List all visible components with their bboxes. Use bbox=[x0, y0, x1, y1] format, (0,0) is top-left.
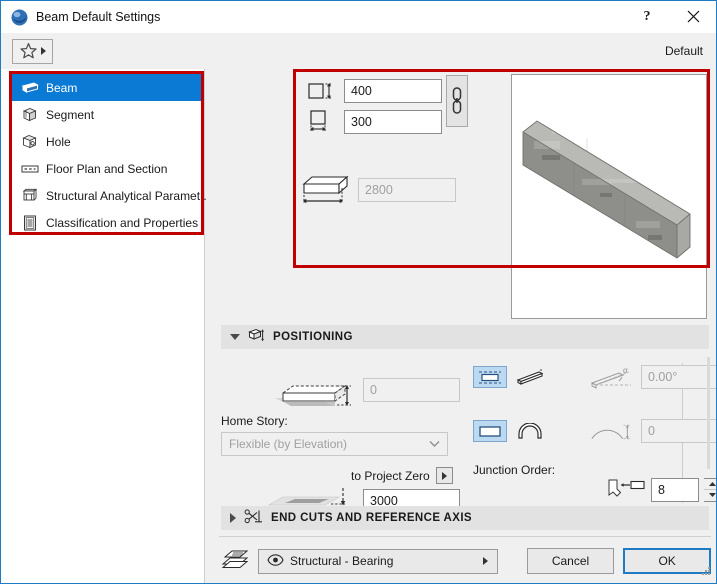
slant-toggle-row: α 0.00° bbox=[473, 365, 716, 389]
beam-length-input: 2800 bbox=[358, 178, 456, 202]
end-cuts-section-header[interactable]: END CUTS AND REFERENCE AXIS bbox=[221, 506, 709, 530]
beam-curved-profile-icon bbox=[518, 423, 542, 439]
star-icon bbox=[20, 43, 37, 59]
dimensions-group: 400 300 2800 bbox=[296, 72, 506, 267]
sidebar-list: Beam Segment Hole Floor Plan and Section… bbox=[12, 74, 210, 236]
classification-properties-icon bbox=[20, 215, 39, 231]
material-select[interactable]: Structural - Bearing bbox=[258, 548, 498, 574]
end-cuts-section-title: END CUTS AND REFERENCE AXIS bbox=[271, 512, 472, 524]
positioning-body: 0 Home Story: Flexible (by Elevation) to… bbox=[221, 357, 716, 513]
to-project-zero-row: to Project Zero bbox=[351, 467, 453, 484]
sidebar-item-label: Floor Plan and Section bbox=[46, 161, 168, 176]
beam-slanted-icon bbox=[516, 369, 544, 385]
title-bar: Beam Default Settings ? bbox=[1, 1, 716, 33]
floor-plan-section-icon bbox=[20, 161, 39, 177]
ok-button[interactable]: OK bbox=[623, 548, 711, 574]
window-title: Beam Default Settings bbox=[36, 10, 161, 24]
beam-default-settings-dialog: Beam Default Settings ? Default Beam Seg… bbox=[0, 0, 717, 584]
end-cuts-icon bbox=[244, 509, 263, 527]
sidebar-item-hole[interactable]: Hole bbox=[12, 128, 201, 155]
curve-height-input: 0 bbox=[641, 419, 716, 443]
caret-down-icon[interactable] bbox=[704, 490, 716, 501]
caret-right-icon bbox=[441, 471, 447, 480]
close-icon bbox=[687, 10, 699, 23]
sidebar-item-label: Classification and Properties bbox=[46, 215, 199, 230]
junction-order-row: 8 bbox=[606, 477, 716, 502]
beam-height-icon bbox=[304, 77, 344, 105]
beam-straight-profile-icon bbox=[479, 425, 501, 437]
beam-length-icon bbox=[300, 172, 352, 208]
sidebar-item-label: Hole bbox=[46, 134, 71, 149]
home-story-value: Flexible (by Elevation) bbox=[229, 437, 348, 451]
caret-right-icon bbox=[41, 47, 46, 55]
beam-3d-preview bbox=[511, 74, 707, 319]
resize-grip-icon[interactable] bbox=[700, 565, 712, 580]
junction-order-input[interactable]: 8 bbox=[651, 477, 699, 502]
structural-analytical-icon bbox=[20, 188, 39, 204]
beam-horizontal-icon bbox=[479, 371, 501, 384]
sidebar-item-segment[interactable]: Segment bbox=[12, 101, 201, 128]
help-icon: ? bbox=[643, 8, 651, 24]
beam-slanted-toggle[interactable] bbox=[513, 366, 547, 388]
window-controls: ? bbox=[624, 1, 716, 33]
sidebar-item-beam[interactable]: Beam bbox=[12, 74, 201, 101]
toolbar: Default bbox=[1, 33, 716, 69]
junction-order-label: Junction Order: bbox=[473, 463, 556, 477]
home-story-select[interactable]: Flexible (by Elevation) bbox=[221, 432, 448, 456]
beam-height-input[interactable]: 400 bbox=[344, 79, 442, 103]
beam-icon bbox=[20, 80, 39, 96]
beam-width-input[interactable]: 300 bbox=[344, 110, 442, 134]
beam-elevation-row: 0 bbox=[261, 365, 460, 414]
profile-toggle-row: 0 bbox=[473, 419, 716, 443]
chevron-down-icon bbox=[429, 437, 440, 451]
archicad-orb-icon bbox=[11, 9, 28, 26]
slant-angle-input: 0.00° bbox=[641, 365, 716, 389]
beam-width-icon bbox=[304, 108, 344, 136]
link-dimensions-button[interactable] bbox=[446, 75, 468, 127]
positioning-icon bbox=[248, 328, 265, 347]
footer: Structural - Bearing Cancel OK bbox=[221, 546, 711, 576]
caret-up-icon[interactable] bbox=[704, 479, 716, 490]
positioning-section-title: POSITIONING bbox=[273, 331, 353, 343]
sidebar-item-label: Structural Analytical Paramet... bbox=[46, 188, 211, 203]
beam-curved-profile-toggle[interactable] bbox=[513, 420, 547, 442]
cancel-button[interactable]: Cancel bbox=[526, 548, 615, 574]
beam-elevation-icon bbox=[261, 365, 355, 414]
beam-length-row: 2800 bbox=[300, 172, 456, 208]
sidebar-item-classification-and-properties[interactable]: Classification and Properties bbox=[12, 209, 201, 236]
default-label: Default bbox=[664, 44, 703, 58]
sidebar-item-floor-plan-and-section[interactable]: Floor Plan and Section bbox=[12, 155, 201, 182]
chevron-down-icon bbox=[230, 334, 240, 340]
caret-right-icon bbox=[482, 557, 488, 565]
junction-order-icon bbox=[606, 477, 646, 502]
to-project-zero-label: to Project Zero bbox=[351, 468, 430, 483]
home-story-label: Home Story: bbox=[221, 414, 288, 428]
favorites-button[interactable] bbox=[12, 38, 53, 64]
beam-height-row: 400 bbox=[304, 77, 442, 105]
footer-divider bbox=[219, 536, 711, 537]
beam-width-row: 300 bbox=[304, 108, 442, 136]
beam-elevation-input: 0 bbox=[363, 377, 460, 402]
material-value: Structural - Bearing bbox=[290, 554, 394, 568]
hole-cube-icon bbox=[20, 134, 39, 150]
help-button[interactable]: ? bbox=[624, 1, 670, 32]
beam-straight-profile-toggle[interactable] bbox=[473, 420, 507, 442]
junction-order-spinner[interactable] bbox=[704, 477, 716, 502]
slant-angle-icon: α bbox=[589, 365, 635, 389]
chevron-right-icon bbox=[230, 513, 236, 523]
eye-icon bbox=[267, 553, 284, 569]
positioning-section-header[interactable]: POSITIONING bbox=[221, 325, 709, 349]
sidebar-item-structural-analytical-parameters[interactable]: Structural Analytical Paramet... bbox=[12, 182, 210, 209]
scroll-indicator[interactable] bbox=[707, 357, 710, 469]
beam-horizontal-toggle[interactable] bbox=[473, 366, 507, 388]
to-project-zero-button[interactable] bbox=[435, 467, 453, 484]
sidebar-item-label: Segment bbox=[46, 107, 95, 122]
segment-cube-icon bbox=[20, 107, 39, 123]
close-button[interactable] bbox=[670, 1, 716, 32]
curve-height-icon bbox=[589, 420, 635, 442]
layers-icon[interactable] bbox=[221, 549, 249, 574]
svg-text:α: α bbox=[623, 365, 628, 375]
sidebar-item-label: Beam bbox=[46, 80, 78, 95]
chain-link-icon bbox=[452, 87, 462, 114]
